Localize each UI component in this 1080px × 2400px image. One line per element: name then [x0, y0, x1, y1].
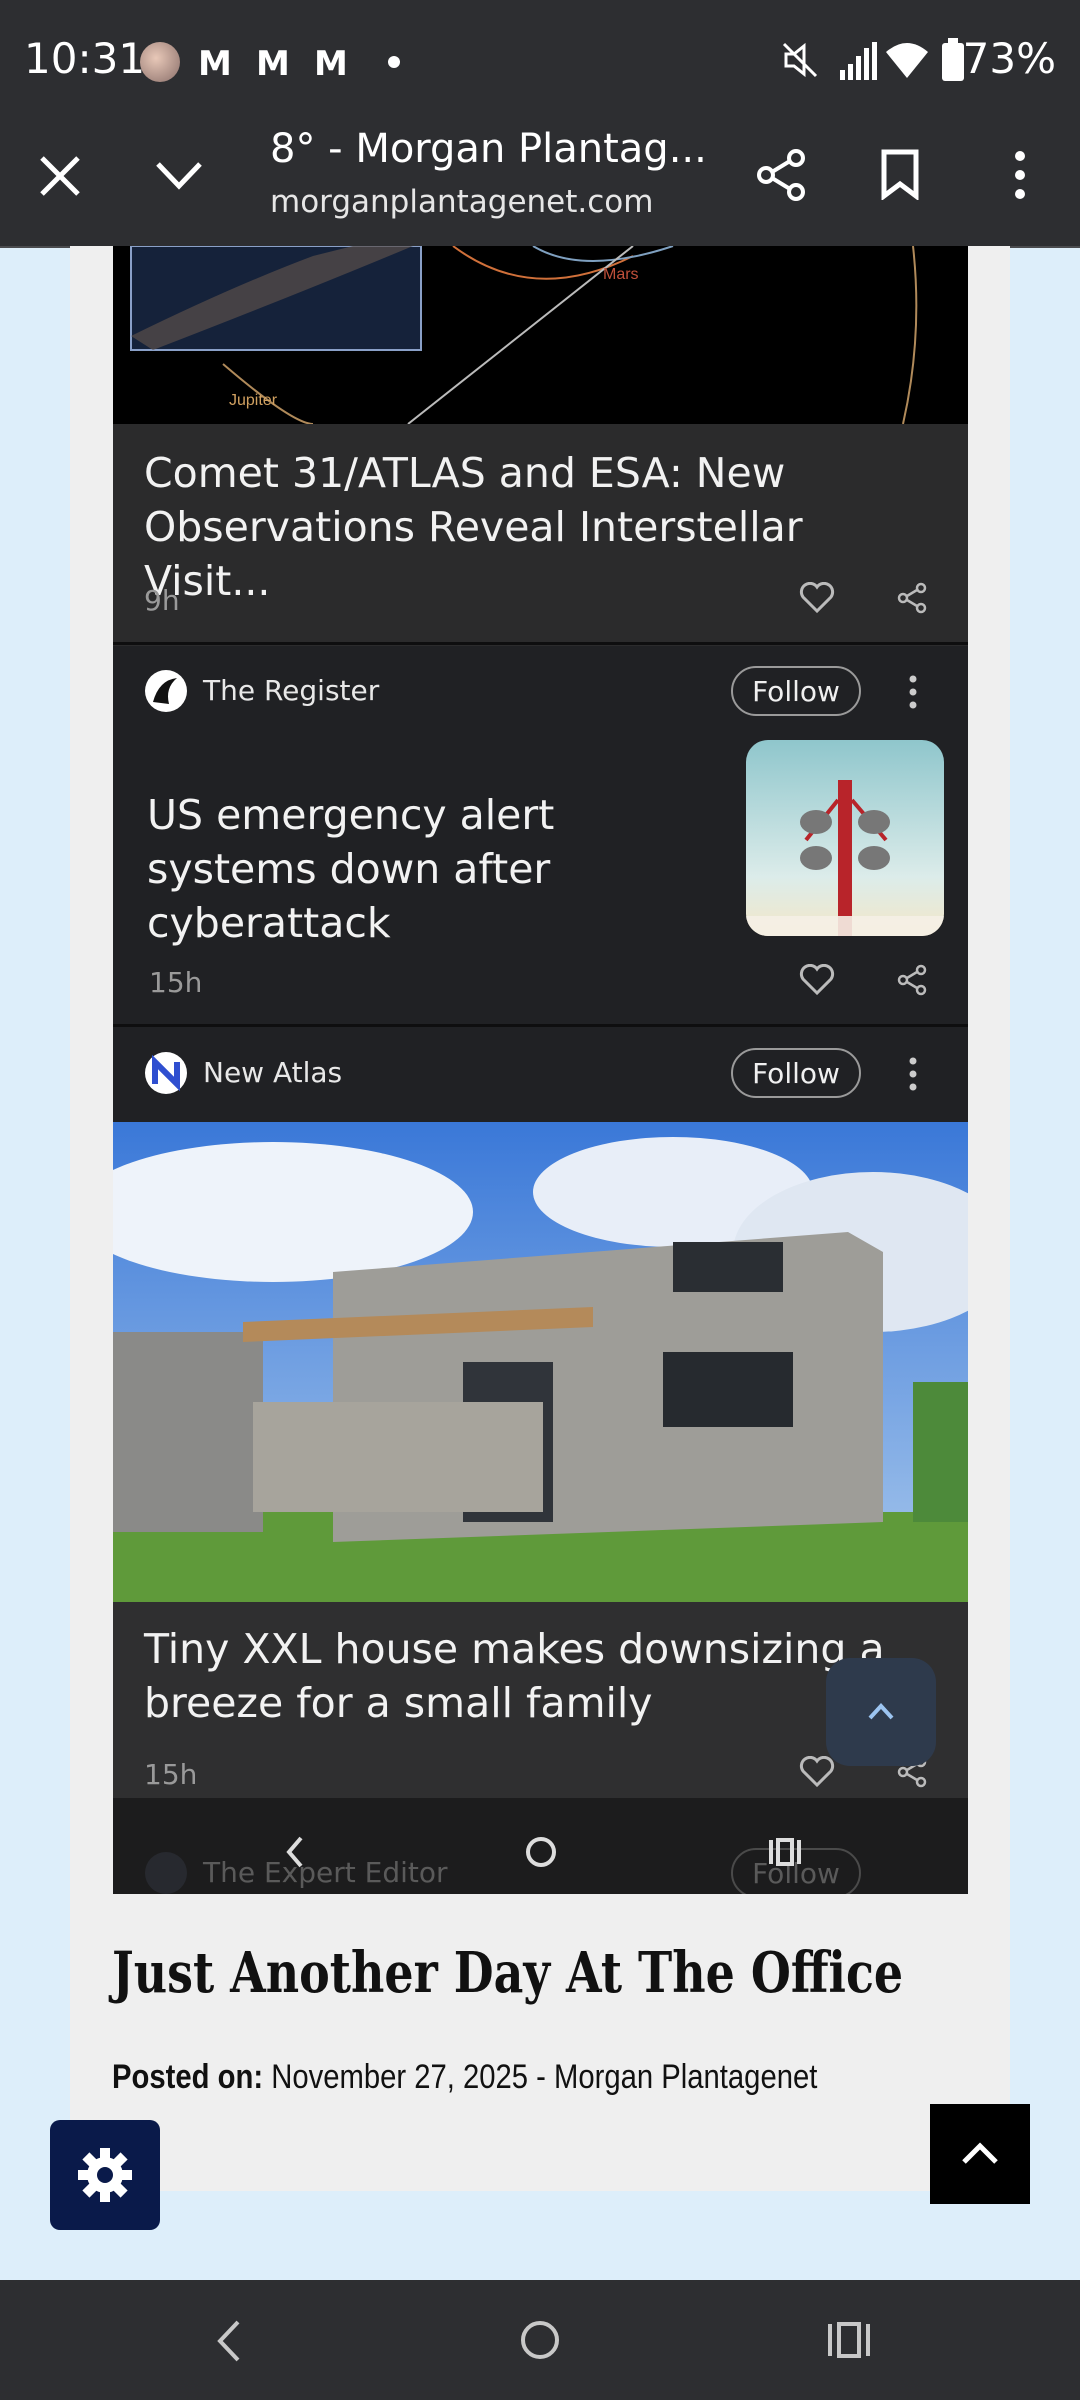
- bookmark-icon[interactable]: [880, 148, 920, 200]
- status-bar: 10:31 M M M 73%: [0, 0, 1080, 122]
- wifi-icon: [886, 43, 928, 78]
- source-name-the-register[interactable]: The Register: [203, 674, 379, 707]
- page-title: 8° - Morgan Plantag...: [270, 126, 707, 172]
- embedded-news-feed: Mars Jupiter Comet 31/ATLAS and ESA: New…: [113, 246, 968, 1894]
- posted-on-label: Posted on:: [112, 2058, 264, 2096]
- gmail-icon: M: [256, 44, 290, 84]
- gear-icon: [78, 2148, 132, 2202]
- chevron-up-icon: [962, 2142, 998, 2164]
- like-heart-icon[interactable]: [799, 964, 835, 996]
- follow-button[interactable]: Follow: [731, 1048, 861, 1098]
- gmail-icon: M: [314, 44, 348, 84]
- chevron-down-icon[interactable]: [154, 158, 204, 192]
- register-headline[interactable]: US emergency alert systems down after cy…: [147, 788, 707, 950]
- recents-icon[interactable]: [826, 2320, 872, 2360]
- source-name-the-expert-editor: The Expert Editor: [203, 1856, 448, 1889]
- settings-button[interactable]: [50, 2120, 160, 2230]
- tiny-house-image[interactable]: [113, 1122, 968, 1602]
- like-heart-icon[interactable]: [799, 582, 835, 614]
- back-icon[interactable]: [214, 2318, 244, 2364]
- status-time: 10:31: [24, 34, 146, 83]
- card-separator: [113, 1024, 968, 1027]
- share-icon[interactable]: [897, 582, 927, 614]
- gmail-icon: M: [198, 44, 232, 84]
- the-register-logo-icon: [145, 670, 187, 712]
- comet-time: 9h: [144, 584, 180, 617]
- post-meta: Posted on: November 27, 2025 - Morgan Pl…: [112, 2058, 817, 2097]
- more-vert-icon[interactable]: [907, 674, 919, 710]
- embedded-recents-icon: [769, 1838, 801, 1866]
- contact-avatar-icon: [140, 42, 180, 82]
- tiny-house-time: 15h: [144, 1758, 198, 1791]
- mute-icon: [782, 42, 818, 78]
- home-icon[interactable]: [518, 2318, 562, 2362]
- embedded-home-icon: [526, 1837, 556, 1867]
- siren-tower-thumbnail[interactable]: [746, 740, 944, 936]
- tiny-house-headline[interactable]: Tiny XXL house makes downsizing a breeze…: [144, 1622, 934, 1730]
- expert-editor-logo-icon: [145, 1852, 187, 1894]
- post-title[interactable]: Just Another Day At The Office: [112, 1940, 903, 2006]
- close-icon[interactable]: [38, 154, 82, 198]
- jupiter-label: Jupiter: [229, 392, 278, 409]
- register-time: 15h: [149, 966, 203, 999]
- back-to-top-button[interactable]: [930, 2104, 1030, 2204]
- source-name-new-atlas[interactable]: New Atlas: [203, 1056, 342, 1089]
- follow-button[interactable]: Follow: [731, 666, 861, 716]
- signal-icon: [840, 42, 877, 80]
- more-vert-icon[interactable]: [1010, 150, 1030, 200]
- comet-article-image: Mars Jupiter: [113, 246, 968, 425]
- mars-label: Mars: [603, 266, 639, 283]
- battery-percent: 73%: [962, 34, 1056, 83]
- new-atlas-logo-icon: [145, 1052, 187, 1094]
- more-vert-icon[interactable]: [907, 1056, 919, 1092]
- embedded-back-icon: [286, 1836, 303, 1868]
- posted-on-value: November 27, 2025 - Morgan Plantagenet: [271, 2058, 818, 2096]
- more-notifications-dot-icon: [388, 56, 400, 68]
- page-url[interactable]: morganplantagenet.com: [270, 184, 653, 220]
- share-icon[interactable]: [897, 964, 927, 996]
- embedded-scroll-up-button: [826, 1658, 936, 1766]
- card-separator: [113, 642, 968, 645]
- share-icon[interactable]: [754, 148, 808, 202]
